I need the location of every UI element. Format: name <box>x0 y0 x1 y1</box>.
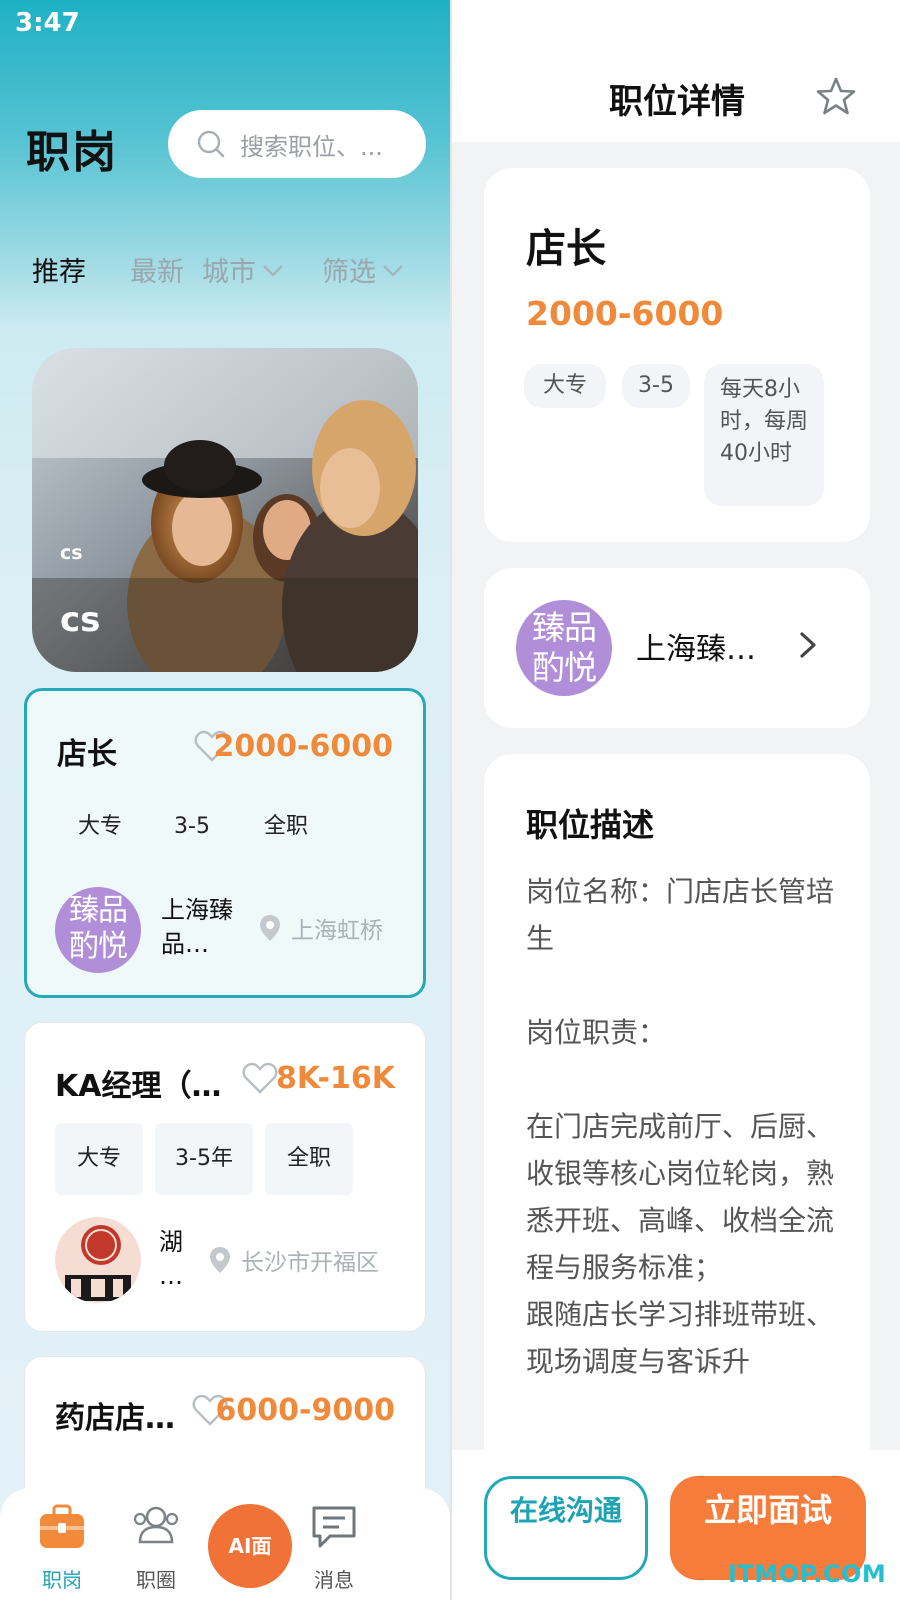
chevron-down-icon <box>383 264 403 277</box>
company-name: 湖 … <box>159 1228 183 1290</box>
nav-label: 职圈 <box>136 1568 176 1592</box>
nav-label: 消息 <box>314 1568 354 1592</box>
job-summary-card: 店长 2000-6000 大专 3-5 每天8小时，每周40小时 <box>484 168 870 542</box>
job-detail-panel: 职位详情 店长 2000-6000 大专 3-5 每天8小时，每周40小时 臻品… <box>450 0 900 1600</box>
avatar-text: 臻品 <box>532 608 597 647</box>
page-title: 职岗 <box>26 127 118 178</box>
nav-label: 职岗 <box>42 1568 82 1592</box>
detail-header: 职位详情 <box>452 0 900 142</box>
job-location: 长沙市开福区 <box>209 1243 379 1277</box>
detail-salary: 2000-6000 <box>526 294 724 333</box>
job-tag: 3-5 <box>174 814 210 839</box>
tab-label: 城市 <box>202 257 256 288</box>
heart-icon[interactable] <box>242 1061 278 1095</box>
tab-latest[interactable]: 最新 <box>130 250 184 289</box>
online-chat-button[interactable]: 在线沟通 <box>484 1476 648 1580</box>
location-text: 上海虹桥 <box>291 918 383 944</box>
job-location: 上海虹桥 <box>259 911 383 945</box>
watermark: ITMOP.COM <box>728 1560 887 1588</box>
chevron-down-icon <box>263 264 283 277</box>
app-screen: 3:47 职岗 搜索职位、... 推荐 最新 城市 筛选 cs cs 店长 20… <box>0 0 900 1600</box>
location-pin-icon <box>210 1247 230 1273</box>
filter-tabs: 推荐 最新 城市 筛选 <box>0 250 450 294</box>
description-body: 岗位名称：门店店长管培生 岗位职责： 在门店完成前厅、后厨、收银等核心岗位轮岗，… <box>526 875 835 1378</box>
detail-tag: 3-5 <box>622 364 690 408</box>
company-avatar: 臻品 酌悦 <box>55 887 141 973</box>
job-title: 药店店... <box>55 1401 179 1436</box>
job-description-card: 职位描述 岗位名称：门店店长管培生 岗位职责： 在门店完成前厅、后厨、收银等核心… <box>484 754 870 1474</box>
seal-logo-icon <box>65 1225 131 1301</box>
location-text: 长沙市开福区 <box>241 1250 379 1276</box>
company-name: 上海臻品… <box>161 896 233 958</box>
job-card[interactable]: 店长 2000-6000 大专 3-5 全职 臻品 酌悦 上海臻品… 上海虹桥 <box>24 688 426 998</box>
status-time: 3:47 <box>15 8 80 38</box>
tab-label: 筛选 <box>322 257 376 288</box>
tab-recommend[interactable]: 推荐 <box>32 250 86 289</box>
job-salary: 8K-16K <box>276 1061 395 1096</box>
company-name: 上海臻… <box>636 632 756 667</box>
job-title: KA经理（全... <box>55 1069 243 1104</box>
company-avatar: 臻品 酌悦 <box>516 600 612 696</box>
ai-interview-button[interactable]: AI面 <box>208 1504 292 1588</box>
nav-jobs[interactable]: 职岗 <box>16 1488 106 1600</box>
avatar-text: 酌悦 <box>532 648 597 687</box>
search-placeholder: 搜索职位、... <box>240 132 383 161</box>
nav-circle[interactable]: 职圈 <box>110 1488 200 1600</box>
banner-subtitle: cs <box>60 542 83 564</box>
detail-job-title: 店长 <box>526 226 606 272</box>
star-icon[interactable] <box>816 76 856 116</box>
job-salary: 2000-6000 <box>213 729 393 764</box>
chevron-right-icon <box>800 632 816 658</box>
promo-banner[interactable]: cs cs <box>32 348 418 672</box>
tab-label: 推荐 <box>32 257 86 288</box>
job-tag: 全职 <box>263 814 308 839</box>
tab-filter[interactable]: 筛选 <box>322 250 406 289</box>
company-logo <box>55 1217 141 1303</box>
job-tag: 3-5年 <box>155 1123 253 1195</box>
jobs-panel: 3:47 职岗 搜索职位、... 推荐 最新 城市 筛选 cs cs 店长 20… <box>0 0 450 1600</box>
description-title: 职位描述 <box>526 806 655 844</box>
message-icon <box>312 1506 356 1548</box>
company-card[interactable]: 臻品 酌悦 上海臻… <box>484 568 870 728</box>
detail-tag: 大专 <box>524 364 606 408</box>
detail-tag: 每天8小时，每周40小时 <box>704 364 824 506</box>
job-tag: 全职 <box>265 1123 353 1195</box>
job-title: 店长 <box>57 737 117 772</box>
people-icon <box>133 1506 179 1544</box>
search-icon <box>197 130 225 158</box>
job-card[interactable]: KA经理（全... 8K-16K 大专 3-5年 全职 湖 … 长沙市开福区 <box>24 1022 426 1332</box>
job-salary: 6000-9000 <box>215 1393 395 1428</box>
banner-title: cs <box>60 600 101 640</box>
search-input[interactable]: 搜索职位、... <box>168 110 426 178</box>
briefcase-icon <box>40 1504 84 1548</box>
location-pin-icon <box>260 915 280 941</box>
avatar-text: 酌悦 <box>69 929 128 964</box>
nav-messages[interactable]: 消息 <box>288 1488 378 1600</box>
job-tag: 大专 <box>55 1123 143 1195</box>
job-tag: 大专 <box>77 814 122 839</box>
tab-city[interactable]: 城市 <box>202 250 286 289</box>
tab-label: 最新 <box>130 257 184 288</box>
avatar-text: 臻品 <box>69 893 128 928</box>
